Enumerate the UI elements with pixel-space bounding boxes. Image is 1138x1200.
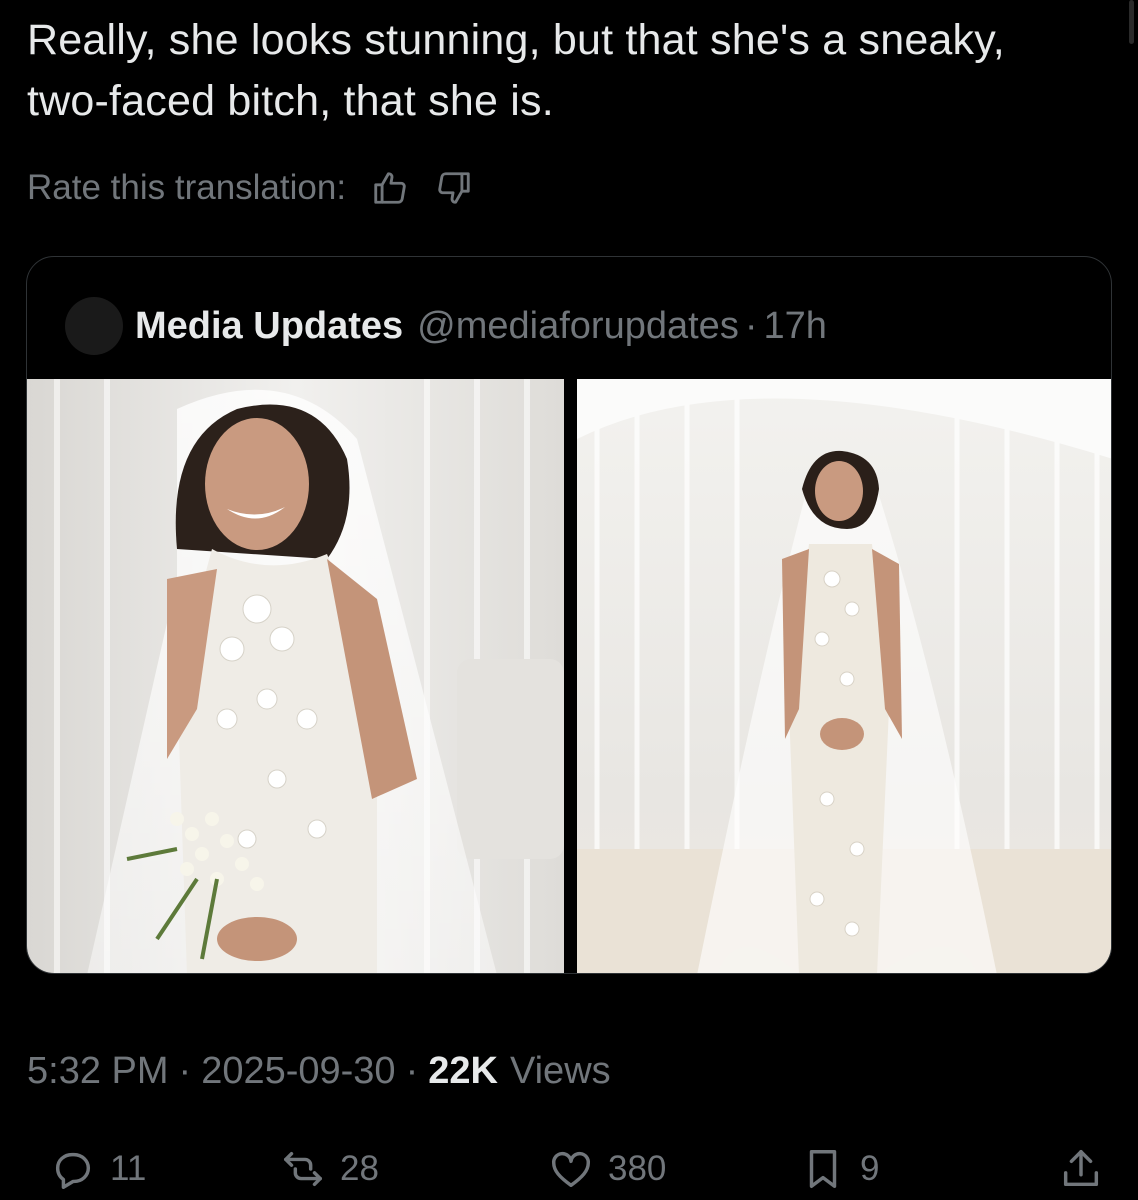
scrollbar-thumb[interactable] (1129, 0, 1134, 44)
quote-header: Media Updates @mediaforupdates · 17h (65, 297, 827, 355)
thumbs-down-icon[interactable] (434, 168, 474, 208)
quote-author-handle[interactable]: @mediaforupdates (417, 305, 739, 348)
quote-author-name[interactable]: Media Updates (135, 305, 403, 348)
thumbs-up-icon[interactable] (370, 168, 410, 208)
rate-translation-label: Rate this translation: (27, 168, 347, 207)
reply-count: 11 (110, 1149, 147, 1188)
bookmark-count: 9 (860, 1149, 880, 1188)
separator: · (744, 304, 758, 347)
separator: · (178, 1049, 192, 1092)
bookmark-button[interactable]: 9 (800, 1140, 879, 1198)
like-icon (552, 1151, 590, 1188)
share-icon (1063, 1150, 1099, 1187)
quote-timestamp[interactable]: 17h (763, 305, 826, 348)
tweet-actions: 11 28 380 9 (0, 1140, 1138, 1200)
tweet-date[interactable]: 2025-09-30 (201, 1050, 395, 1093)
like-count: 380 (608, 1149, 667, 1188)
tweet-time[interactable]: 5:32 PM (27, 1050, 169, 1093)
reply-icon (55, 1152, 91, 1189)
separator: · (405, 1049, 419, 1092)
repost-button[interactable]: 28 (280, 1140, 379, 1198)
like-button[interactable]: 380 (548, 1140, 666, 1198)
repost-count: 28 (340, 1149, 379, 1188)
quote-photo-1[interactable] (27, 379, 564, 973)
repost-icon (284, 1151, 322, 1187)
reply-button[interactable]: 11 (50, 1140, 146, 1198)
share-button[interactable] (1058, 1140, 1104, 1198)
quoted-tweet[interactable]: Media Updates @mediaforupdates · 17h (26, 256, 1112, 974)
quote-photo-2[interactable] (577, 379, 1111, 973)
avatar[interactable] (65, 297, 123, 355)
views-count[interactable]: 22K (428, 1050, 498, 1093)
tweet-text: Really, she looks stunning, but that she… (27, 16, 1005, 125)
rate-translation-row: Rate this translation: (27, 163, 474, 213)
tweet-meta: 5:32 PM · 2025-09-30 · 22K Views (27, 1046, 611, 1096)
bookmark-icon (809, 1150, 837, 1188)
views-label: Views (509, 1049, 611, 1092)
